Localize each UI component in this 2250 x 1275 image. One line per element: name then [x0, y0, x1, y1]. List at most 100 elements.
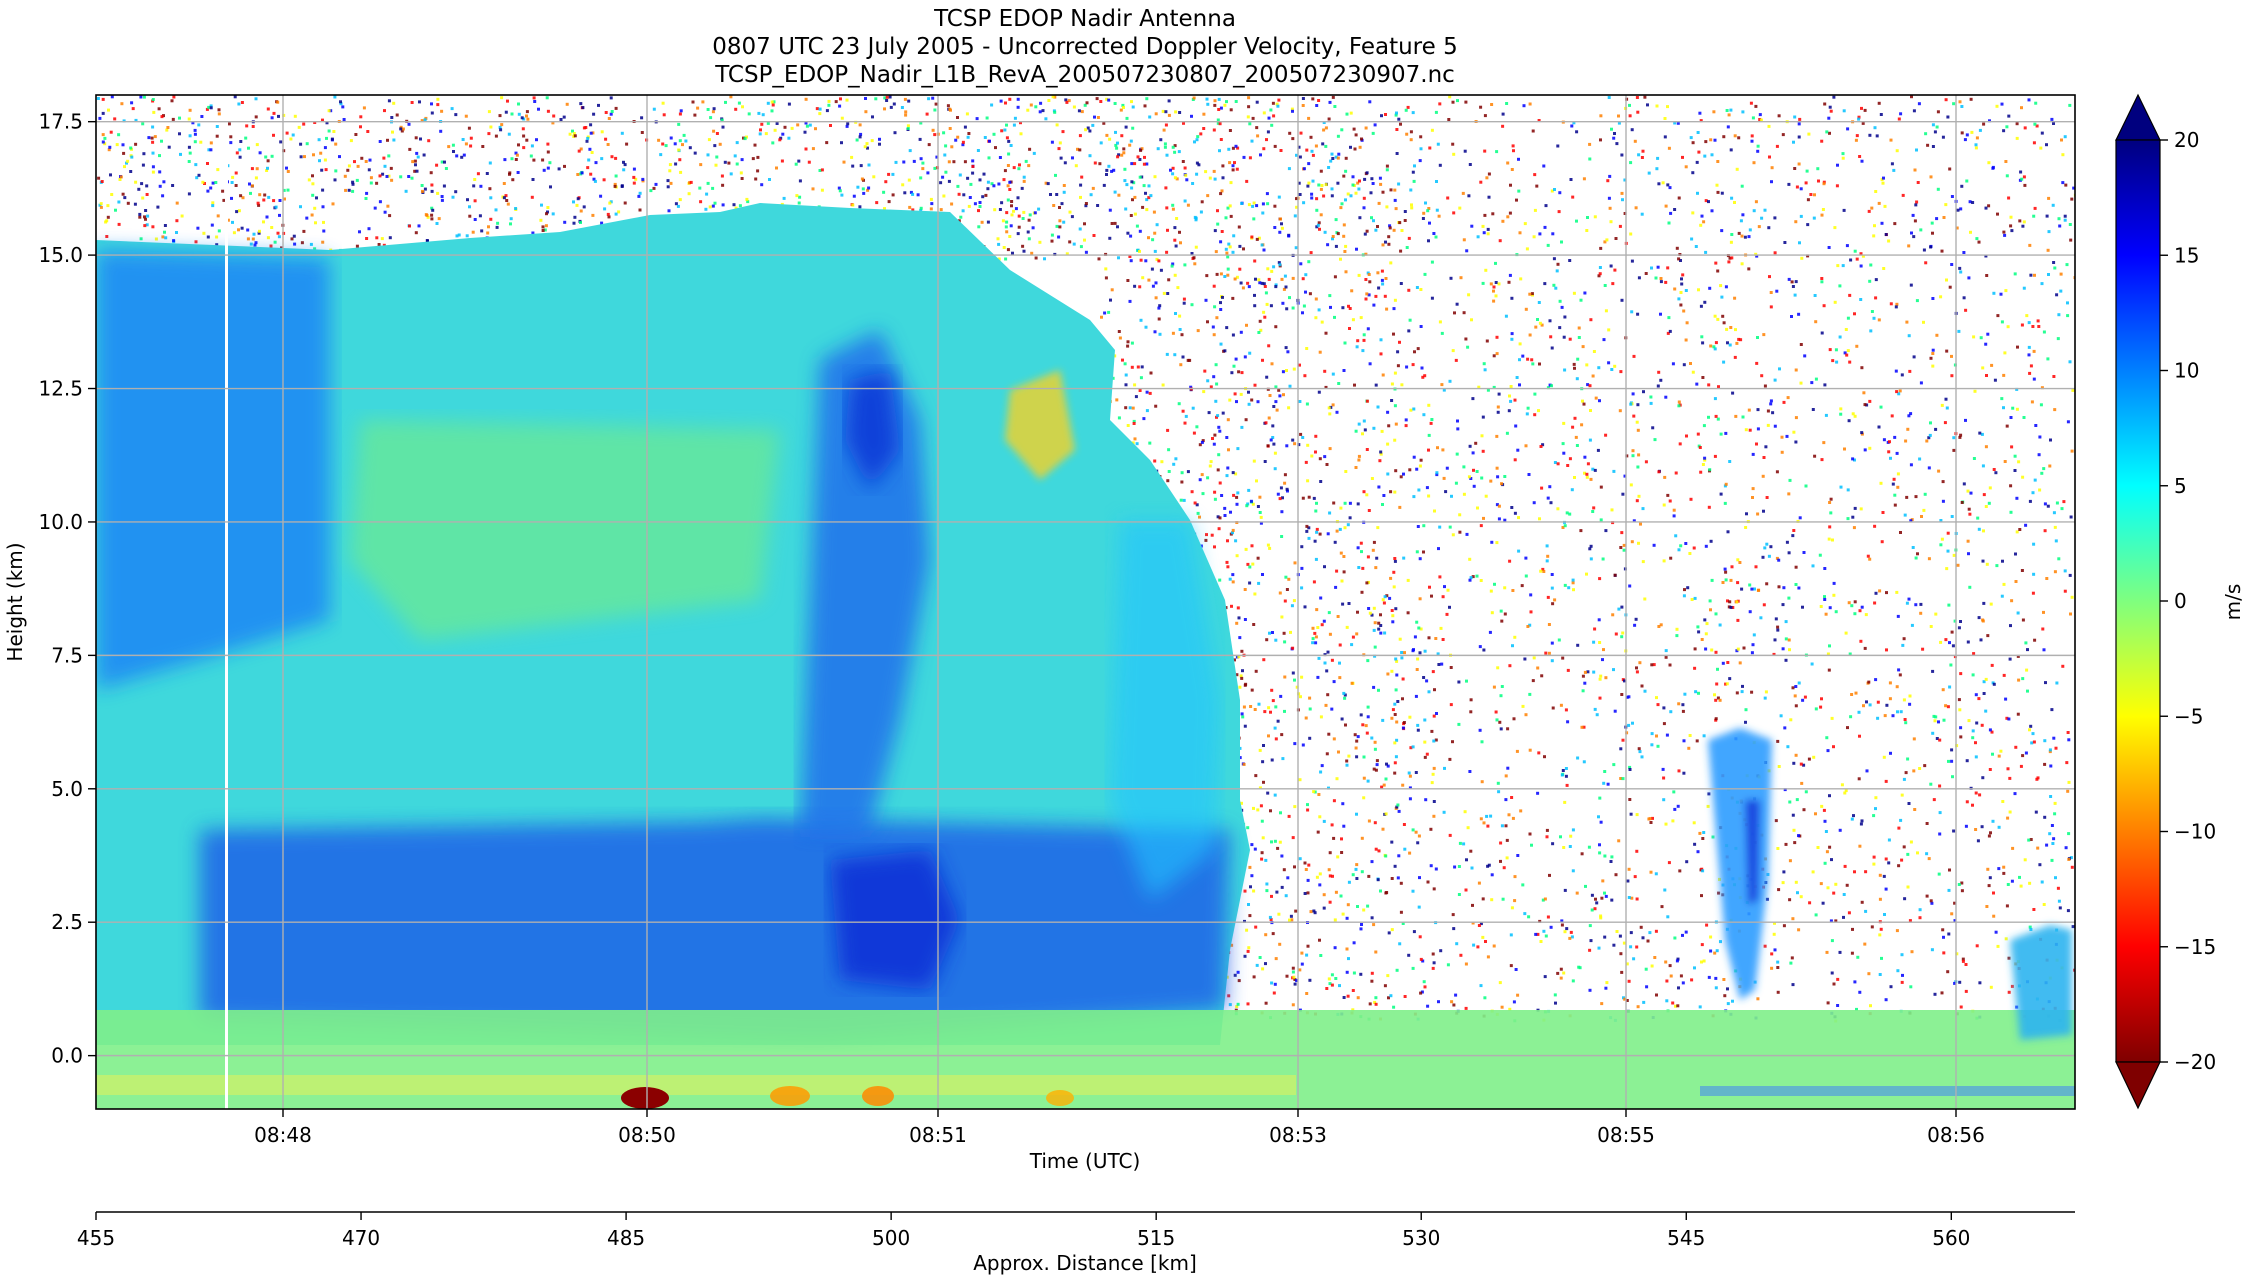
noise-speckle-dot — [1316, 830, 1320, 834]
noise-speckle-dot — [1874, 796, 1878, 800]
noise-speckle-dot — [1451, 533, 1455, 537]
noise-speckle-dot — [1394, 207, 1398, 211]
noise-speckle-dot — [1241, 715, 1245, 719]
noise-speckle-dot — [1219, 308, 1223, 311]
noise-speckle-dot — [1096, 204, 1100, 207]
noise-speckle-dot — [440, 198, 444, 202]
noise-speckle-dot — [1910, 231, 1913, 235]
noise-speckle-dot — [343, 174, 347, 178]
noise-speckle-dot — [1392, 1005, 1396, 1009]
noise-speckle-dot — [1350, 681, 1354, 685]
noise-speckle-dot — [1413, 635, 1417, 639]
noise-speckle-dot — [1463, 149, 1467, 153]
noise-speckle-dot — [1304, 290, 1307, 294]
noise-speckle-dot — [1320, 623, 1324, 627]
noise-speckle-dot — [1430, 418, 1434, 421]
noise-speckle-dot — [1283, 640, 1287, 644]
noise-speckle-dot — [740, 158, 744, 162]
noise-speckle-dot — [677, 148, 681, 152]
noise-speckle-dot — [568, 132, 572, 136]
noise-speckle-dot — [1580, 852, 1584, 856]
noise-speckle-dot — [1115, 398, 1119, 402]
noise-speckle-dot — [933, 166, 937, 170]
noise-speckle-dot — [1598, 796, 1602, 800]
noise-speckle-dot — [442, 184, 446, 188]
noise-speckle-dot — [454, 113, 458, 117]
noise-speckle-dot — [1099, 141, 1103, 145]
noise-speckle-dot — [1438, 525, 1442, 529]
noise-speckle-dot — [1528, 748, 1532, 752]
noise-speckle-dot — [804, 97, 808, 101]
noise-speckle-dot — [1000, 201, 1004, 205]
noise-speckle-dot — [1304, 868, 1308, 871]
noise-speckle-dot — [1129, 234, 1133, 238]
noise-speckle-dot — [1651, 426, 1655, 430]
noise-speckle-dot — [1826, 749, 1830, 753]
noise-speckle-dot — [187, 145, 191, 149]
noise-speckle-dot — [1465, 532, 1469, 536]
noise-speckle-dot — [1492, 944, 1496, 948]
noise-speckle-dot — [1643, 95, 1647, 99]
noise-speckle-dot — [151, 98, 155, 101]
noise-speckle-dot — [753, 143, 757, 147]
noise-speckle-dot — [1635, 96, 1639, 99]
noise-speckle-dot — [1258, 511, 1262, 514]
noise-speckle-dot — [2027, 321, 2031, 325]
noise-speckle-dot — [2046, 357, 2050, 361]
noise-speckle-dot — [797, 159, 801, 163]
noise-speckle-dot — [1659, 378, 1663, 382]
noise-speckle-dot — [1246, 1002, 1250, 1006]
noise-speckle-dot — [1464, 1006, 1468, 1010]
noise-speckle-dot — [1157, 259, 1161, 263]
noise-speckle-dot — [1492, 289, 1495, 293]
noise-speckle-dot — [1376, 405, 1380, 409]
noise-speckle-dot — [1608, 206, 1612, 210]
noise-speckle-dot — [2045, 843, 2049, 847]
noise-speckle-dot — [1895, 302, 1899, 306]
noise-speckle-dot — [1220, 230, 1224, 233]
noise-speckle-dot — [1573, 366, 1576, 370]
noise-speckle-dot — [1813, 454, 1817, 458]
noise-speckle-dot — [1197, 163, 1201, 167]
noise-speckle-dot — [1317, 793, 1321, 796]
noise-speckle-dot — [1415, 668, 1419, 671]
noise-speckle-dot — [1812, 216, 1816, 220]
noise-speckle-dot — [179, 152, 182, 156]
noise-speckle-dot — [2005, 424, 2009, 428]
noise-speckle-dot — [546, 150, 550, 154]
noise-speckle-dot — [1874, 807, 1877, 811]
noise-speckle-dot — [430, 213, 434, 217]
noise-speckle-dot — [1897, 117, 1901, 121]
noise-speckle-dot — [391, 130, 394, 134]
noise-speckle-dot — [1224, 247, 1228, 251]
noise-speckle-dot — [2052, 736, 2056, 740]
noise-speckle-dot — [1744, 428, 1748, 432]
noise-speckle-dot — [1179, 498, 1183, 502]
noise-speckle-dot — [1449, 703, 1453, 707]
noise-speckle-dot — [1270, 362, 1274, 366]
noise-speckle-dot — [390, 178, 394, 182]
noise-speckle-dot — [967, 204, 971, 208]
noise-speckle-dot — [1509, 399, 1513, 403]
noise-speckle-dot — [1267, 116, 1271, 120]
noise-speckle-dot — [1499, 727, 1503, 731]
noise-speckle-dot — [1931, 364, 1935, 368]
noise-speckle-dot — [1255, 126, 1259, 130]
noise-speckle-dot — [1506, 727, 1510, 731]
noise-speckle-dot — [1464, 337, 1468, 341]
noise-speckle-dot — [729, 172, 733, 176]
noise-speckle-dot — [1901, 193, 1905, 197]
noise-speckle-dot — [1438, 320, 1442, 324]
noise-speckle-dot — [565, 102, 569, 106]
noise-speckle-dot — [141, 163, 145, 167]
noise-speckle-dot — [1213, 229, 1217, 233]
noise-speckle-dot — [2044, 681, 2047, 685]
noise-speckle-dot — [1850, 604, 1854, 608]
noise-speckle-dot — [1596, 448, 1600, 452]
noise-speckle-dot — [1074, 164, 1078, 168]
noise-speckle-dot — [1084, 250, 1088, 254]
noise-speckle-dot — [188, 134, 192, 138]
noise-speckle-dot — [1545, 835, 1549, 839]
noise-speckle-dot — [270, 226, 274, 229]
noise-speckle-dot — [1238, 636, 1242, 640]
